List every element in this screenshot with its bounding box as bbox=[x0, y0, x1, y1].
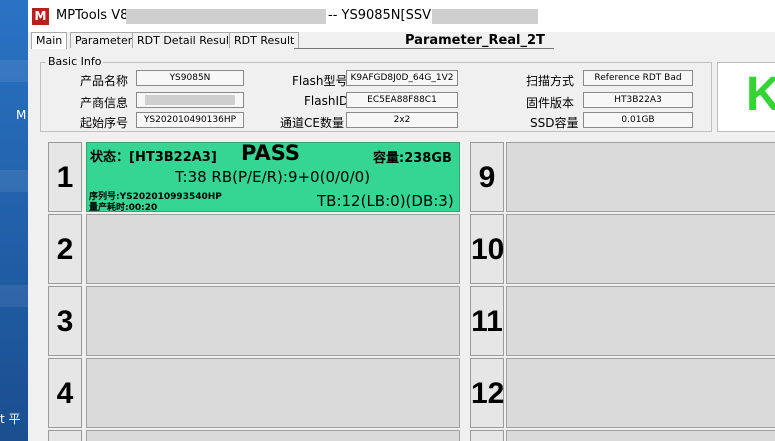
tab-strip: Main Parameter RDT Detail Result RDT Res… bbox=[28, 32, 775, 49]
scan-mode-field: Reference RDT Bad bbox=[583, 70, 693, 86]
port-panel-10[interactable] bbox=[506, 214, 775, 284]
start-serial-label: 起始序号 bbox=[80, 116, 129, 130]
vendor-label: 产商信息 bbox=[80, 96, 129, 110]
tab-rdt-detail-result[interactable]: RDT Detail Result bbox=[132, 32, 239, 48]
port-panel-2[interactable] bbox=[86, 214, 460, 284]
port-number-10: 10 bbox=[470, 214, 504, 284]
redacted-text bbox=[145, 95, 235, 105]
port-number-9: 9 bbox=[470, 142, 504, 212]
desktop-icon-label: M bbox=[16, 108, 27, 122]
overall-status-display: K bbox=[717, 62, 775, 132]
port-number-1: 1 bbox=[48, 142, 82, 212]
tab-rdt-result[interactable]: RDT Result bbox=[229, 32, 300, 48]
scan-mode-label: 扫描方式 bbox=[526, 74, 575, 88]
tab-main[interactable]: Main bbox=[31, 32, 68, 49]
main-window: M MPTools V8 -- YS9085N[SSV7 Main Parame… bbox=[28, 0, 775, 441]
ssd-capacity-label: SSD容量 bbox=[530, 116, 579, 130]
port-panel-11[interactable] bbox=[506, 286, 775, 356]
port-panel-4[interactable] bbox=[86, 358, 460, 428]
desktop-icon-strip bbox=[0, 170, 28, 192]
firmware-version-label: 固件版本 bbox=[526, 96, 575, 110]
vendor-field bbox=[136, 92, 244, 108]
ce-count-field: 2x2 bbox=[346, 112, 458, 128]
window-title: MPTools V8 bbox=[56, 8, 129, 23]
title-bar[interactable]: M MPTools V8 -- YS9085N[SSV7 bbox=[28, 0, 775, 32]
port-panel-3[interactable] bbox=[86, 286, 460, 356]
flash-id-field: EC5EA88F88C1 bbox=[346, 92, 458, 108]
redacted-text bbox=[432, 9, 538, 24]
ssd-capacity-field: 0.01GB bbox=[583, 112, 693, 128]
redacted-text bbox=[126, 9, 326, 24]
port-capacity: 容量:238GB bbox=[373, 151, 452, 166]
desktop-icon-strip bbox=[0, 285, 28, 307]
port-number-12: 12 bbox=[470, 358, 504, 428]
flash-type-label: Flash型号 bbox=[292, 74, 348, 88]
port-status: 状态：[HT3B22A3] bbox=[90, 150, 217, 165]
desktop-icon-label: t 平 bbox=[0, 412, 21, 426]
basic-info-title: Basic Info bbox=[46, 55, 104, 68]
port-panel-9[interactable] bbox=[506, 142, 775, 212]
desktop-icon-strip bbox=[0, 60, 28, 82]
port-result: PASS bbox=[241, 141, 301, 165]
port-number-4: 4 bbox=[48, 358, 82, 428]
window-title-device: -- YS9085N[SSV7 bbox=[328, 8, 440, 23]
port-number-2: 2 bbox=[48, 214, 82, 284]
port-elapsed-time: 量产耗时:00:20 bbox=[89, 203, 158, 213]
parameter-profile-title: Parameter_Real_2T bbox=[405, 33, 545, 48]
start-serial-field: YS202010490136HP bbox=[136, 112, 244, 128]
app-logo-icon: M bbox=[32, 8, 49, 25]
port-panel-5[interactable] bbox=[86, 430, 460, 441]
port-stats: T:38 RB(P/E/R):9+0(0/0/0) bbox=[175, 168, 371, 186]
port-number-5 bbox=[48, 430, 82, 441]
port-panel-13[interactable] bbox=[506, 430, 775, 441]
port-number-13 bbox=[470, 430, 504, 441]
product-name-label: 产品名称 bbox=[80, 74, 129, 88]
firmware-version-field: HT3B22A3 bbox=[583, 92, 693, 108]
flash-id-label: FlashID bbox=[304, 94, 349, 108]
tab-parameter[interactable]: Parameter bbox=[70, 32, 138, 48]
desktop-background: M t 平 bbox=[0, 0, 28, 441]
port-number-3: 3 bbox=[48, 286, 82, 356]
port-number-11: 11 bbox=[470, 286, 504, 356]
product-name-field: YS9085N bbox=[136, 70, 244, 86]
port-panel-12[interactable] bbox=[506, 358, 775, 428]
port-tb-info: TB:12(LB:0)(DB:3) bbox=[317, 192, 454, 210]
ce-count-label: 通道CE数量 bbox=[280, 116, 344, 130]
overall-status-letter: K bbox=[746, 67, 775, 122]
flash-type-field: K9AFGD8J0D_64G_1V2 bbox=[346, 70, 458, 86]
title-underline bbox=[294, 48, 554, 49]
port-panel-1[interactable]: 状态：[HT3B22A3] PASS 容量:238GB T:38 RB(P/E/… bbox=[86, 141, 460, 213]
